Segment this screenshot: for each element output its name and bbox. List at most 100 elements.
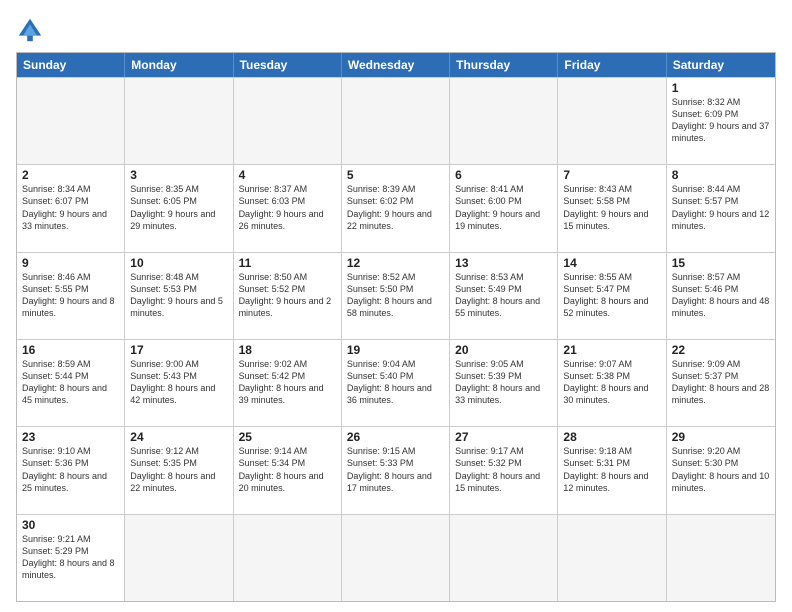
cell-info: Sunrise: 8:39 AM Sunset: 6:02 PM Dayligh…	[347, 183, 444, 232]
header-day-tuesday: Tuesday	[234, 53, 342, 77]
calendar-cell	[234, 515, 342, 601]
cell-info: Sunrise: 9:02 AM Sunset: 5:42 PM Dayligh…	[239, 358, 336, 407]
cell-info: Sunrise: 9:21 AM Sunset: 5:29 PM Dayligh…	[22, 533, 119, 582]
header-day-thursday: Thursday	[450, 53, 558, 77]
day-number: 11	[239, 256, 336, 270]
day-number: 7	[563, 168, 660, 182]
cell-info: Sunrise: 8:59 AM Sunset: 5:44 PM Dayligh…	[22, 358, 119, 407]
calendar-cell: 6Sunrise: 8:41 AM Sunset: 6:00 PM Daylig…	[450, 165, 558, 251]
day-number: 28	[563, 430, 660, 444]
calendar-cell	[558, 78, 666, 164]
calendar-cell: 13Sunrise: 8:53 AM Sunset: 5:49 PM Dayli…	[450, 253, 558, 339]
calendar-cell	[558, 515, 666, 601]
day-number: 13	[455, 256, 552, 270]
day-number: 2	[22, 168, 119, 182]
calendar-cell	[342, 515, 450, 601]
calendar-week-4: 16Sunrise: 8:59 AM Sunset: 5:44 PM Dayli…	[17, 339, 775, 426]
calendar-cell: 12Sunrise: 8:52 AM Sunset: 5:50 PM Dayli…	[342, 253, 450, 339]
calendar-cell: 4Sunrise: 8:37 AM Sunset: 6:03 PM Daylig…	[234, 165, 342, 251]
calendar-cell: 24Sunrise: 9:12 AM Sunset: 5:35 PM Dayli…	[125, 427, 233, 513]
cell-info: Sunrise: 8:55 AM Sunset: 5:47 PM Dayligh…	[563, 271, 660, 320]
cell-info: Sunrise: 9:18 AM Sunset: 5:31 PM Dayligh…	[563, 445, 660, 494]
cell-info: Sunrise: 9:17 AM Sunset: 5:32 PM Dayligh…	[455, 445, 552, 494]
header-day-monday: Monday	[125, 53, 233, 77]
day-number: 18	[239, 343, 336, 357]
day-number: 23	[22, 430, 119, 444]
day-number: 20	[455, 343, 552, 357]
cell-info: Sunrise: 9:15 AM Sunset: 5:33 PM Dayligh…	[347, 445, 444, 494]
header-day-wednesday: Wednesday	[342, 53, 450, 77]
header-day-saturday: Saturday	[667, 53, 775, 77]
cell-info: Sunrise: 9:00 AM Sunset: 5:43 PM Dayligh…	[130, 358, 227, 407]
calendar-cell: 29Sunrise: 9:20 AM Sunset: 5:30 PM Dayli…	[667, 427, 775, 513]
calendar: SundayMondayTuesdayWednesdayThursdayFrid…	[16, 52, 776, 602]
day-number: 22	[672, 343, 770, 357]
day-number: 3	[130, 168, 227, 182]
calendar-week-6: 30Sunrise: 9:21 AM Sunset: 5:29 PM Dayli…	[17, 514, 775, 601]
cell-info: Sunrise: 9:14 AM Sunset: 5:34 PM Dayligh…	[239, 445, 336, 494]
cell-info: Sunrise: 8:50 AM Sunset: 5:52 PM Dayligh…	[239, 271, 336, 320]
header-day-sunday: Sunday	[17, 53, 125, 77]
header-day-friday: Friday	[558, 53, 666, 77]
calendar-cell: 14Sunrise: 8:55 AM Sunset: 5:47 PM Dayli…	[558, 253, 666, 339]
day-number: 21	[563, 343, 660, 357]
calendar-cell: 23Sunrise: 9:10 AM Sunset: 5:36 PM Dayli…	[17, 427, 125, 513]
calendar-cell: 3Sunrise: 8:35 AM Sunset: 6:05 PM Daylig…	[125, 165, 233, 251]
calendar-week-3: 9Sunrise: 8:46 AM Sunset: 5:55 PM Daylig…	[17, 252, 775, 339]
cell-info: Sunrise: 8:32 AM Sunset: 6:09 PM Dayligh…	[672, 96, 770, 145]
calendar-cell: 27Sunrise: 9:17 AM Sunset: 5:32 PM Dayli…	[450, 427, 558, 513]
cell-info: Sunrise: 9:04 AM Sunset: 5:40 PM Dayligh…	[347, 358, 444, 407]
calendar-cell	[450, 515, 558, 601]
day-number: 16	[22, 343, 119, 357]
calendar-body: 1Sunrise: 8:32 AM Sunset: 6:09 PM Daylig…	[17, 77, 775, 601]
day-number: 19	[347, 343, 444, 357]
day-number: 10	[130, 256, 227, 270]
day-number: 25	[239, 430, 336, 444]
day-number: 5	[347, 168, 444, 182]
calendar-cell	[125, 78, 233, 164]
calendar-cell: 19Sunrise: 9:04 AM Sunset: 5:40 PM Dayli…	[342, 340, 450, 426]
calendar-cell: 15Sunrise: 8:57 AM Sunset: 5:46 PM Dayli…	[667, 253, 775, 339]
logo	[16, 16, 48, 44]
cell-info: Sunrise: 8:46 AM Sunset: 5:55 PM Dayligh…	[22, 271, 119, 320]
day-number: 6	[455, 168, 552, 182]
logo-icon	[16, 16, 44, 44]
calendar-cell: 17Sunrise: 9:00 AM Sunset: 5:43 PM Dayli…	[125, 340, 233, 426]
day-number: 24	[130, 430, 227, 444]
cell-info: Sunrise: 8:52 AM Sunset: 5:50 PM Dayligh…	[347, 271, 444, 320]
cell-info: Sunrise: 8:48 AM Sunset: 5:53 PM Dayligh…	[130, 271, 227, 320]
calendar-cell: 18Sunrise: 9:02 AM Sunset: 5:42 PM Dayli…	[234, 340, 342, 426]
cell-info: Sunrise: 9:07 AM Sunset: 5:38 PM Dayligh…	[563, 358, 660, 407]
calendar-cell: 26Sunrise: 9:15 AM Sunset: 5:33 PM Dayli…	[342, 427, 450, 513]
calendar-week-5: 23Sunrise: 9:10 AM Sunset: 5:36 PM Dayli…	[17, 426, 775, 513]
calendar-cell: 28Sunrise: 9:18 AM Sunset: 5:31 PM Dayli…	[558, 427, 666, 513]
day-number: 29	[672, 430, 770, 444]
cell-info: Sunrise: 9:09 AM Sunset: 5:37 PM Dayligh…	[672, 358, 770, 407]
cell-info: Sunrise: 8:53 AM Sunset: 5:49 PM Dayligh…	[455, 271, 552, 320]
calendar-cell: 21Sunrise: 9:07 AM Sunset: 5:38 PM Dayli…	[558, 340, 666, 426]
calendar-cell: 8Sunrise: 8:44 AM Sunset: 5:57 PM Daylig…	[667, 165, 775, 251]
calendar-cell: 16Sunrise: 8:59 AM Sunset: 5:44 PM Dayli…	[17, 340, 125, 426]
cell-info: Sunrise: 9:20 AM Sunset: 5:30 PM Dayligh…	[672, 445, 770, 494]
day-number: 12	[347, 256, 444, 270]
cell-info: Sunrise: 8:34 AM Sunset: 6:07 PM Dayligh…	[22, 183, 119, 232]
calendar-cell: 9Sunrise: 8:46 AM Sunset: 5:55 PM Daylig…	[17, 253, 125, 339]
cell-info: Sunrise: 9:12 AM Sunset: 5:35 PM Dayligh…	[130, 445, 227, 494]
calendar-cell	[17, 78, 125, 164]
cell-info: Sunrise: 9:05 AM Sunset: 5:39 PM Dayligh…	[455, 358, 552, 407]
day-number: 14	[563, 256, 660, 270]
cell-info: Sunrise: 9:10 AM Sunset: 5:36 PM Dayligh…	[22, 445, 119, 494]
calendar-cell: 10Sunrise: 8:48 AM Sunset: 5:53 PM Dayli…	[125, 253, 233, 339]
calendar-cell: 1Sunrise: 8:32 AM Sunset: 6:09 PM Daylig…	[667, 78, 775, 164]
cell-info: Sunrise: 8:57 AM Sunset: 5:46 PM Dayligh…	[672, 271, 770, 320]
calendar-header: SundayMondayTuesdayWednesdayThursdayFrid…	[17, 53, 775, 77]
cell-info: Sunrise: 8:41 AM Sunset: 6:00 PM Dayligh…	[455, 183, 552, 232]
day-number: 1	[672, 81, 770, 95]
cell-info: Sunrise: 8:37 AM Sunset: 6:03 PM Dayligh…	[239, 183, 336, 232]
calendar-week-1: 1Sunrise: 8:32 AM Sunset: 6:09 PM Daylig…	[17, 77, 775, 164]
day-number: 30	[22, 518, 119, 532]
cell-info: Sunrise: 8:43 AM Sunset: 5:58 PM Dayligh…	[563, 183, 660, 232]
page: SundayMondayTuesdayWednesdayThursdayFrid…	[0, 0, 792, 612]
calendar-cell: 5Sunrise: 8:39 AM Sunset: 6:02 PM Daylig…	[342, 165, 450, 251]
day-number: 9	[22, 256, 119, 270]
